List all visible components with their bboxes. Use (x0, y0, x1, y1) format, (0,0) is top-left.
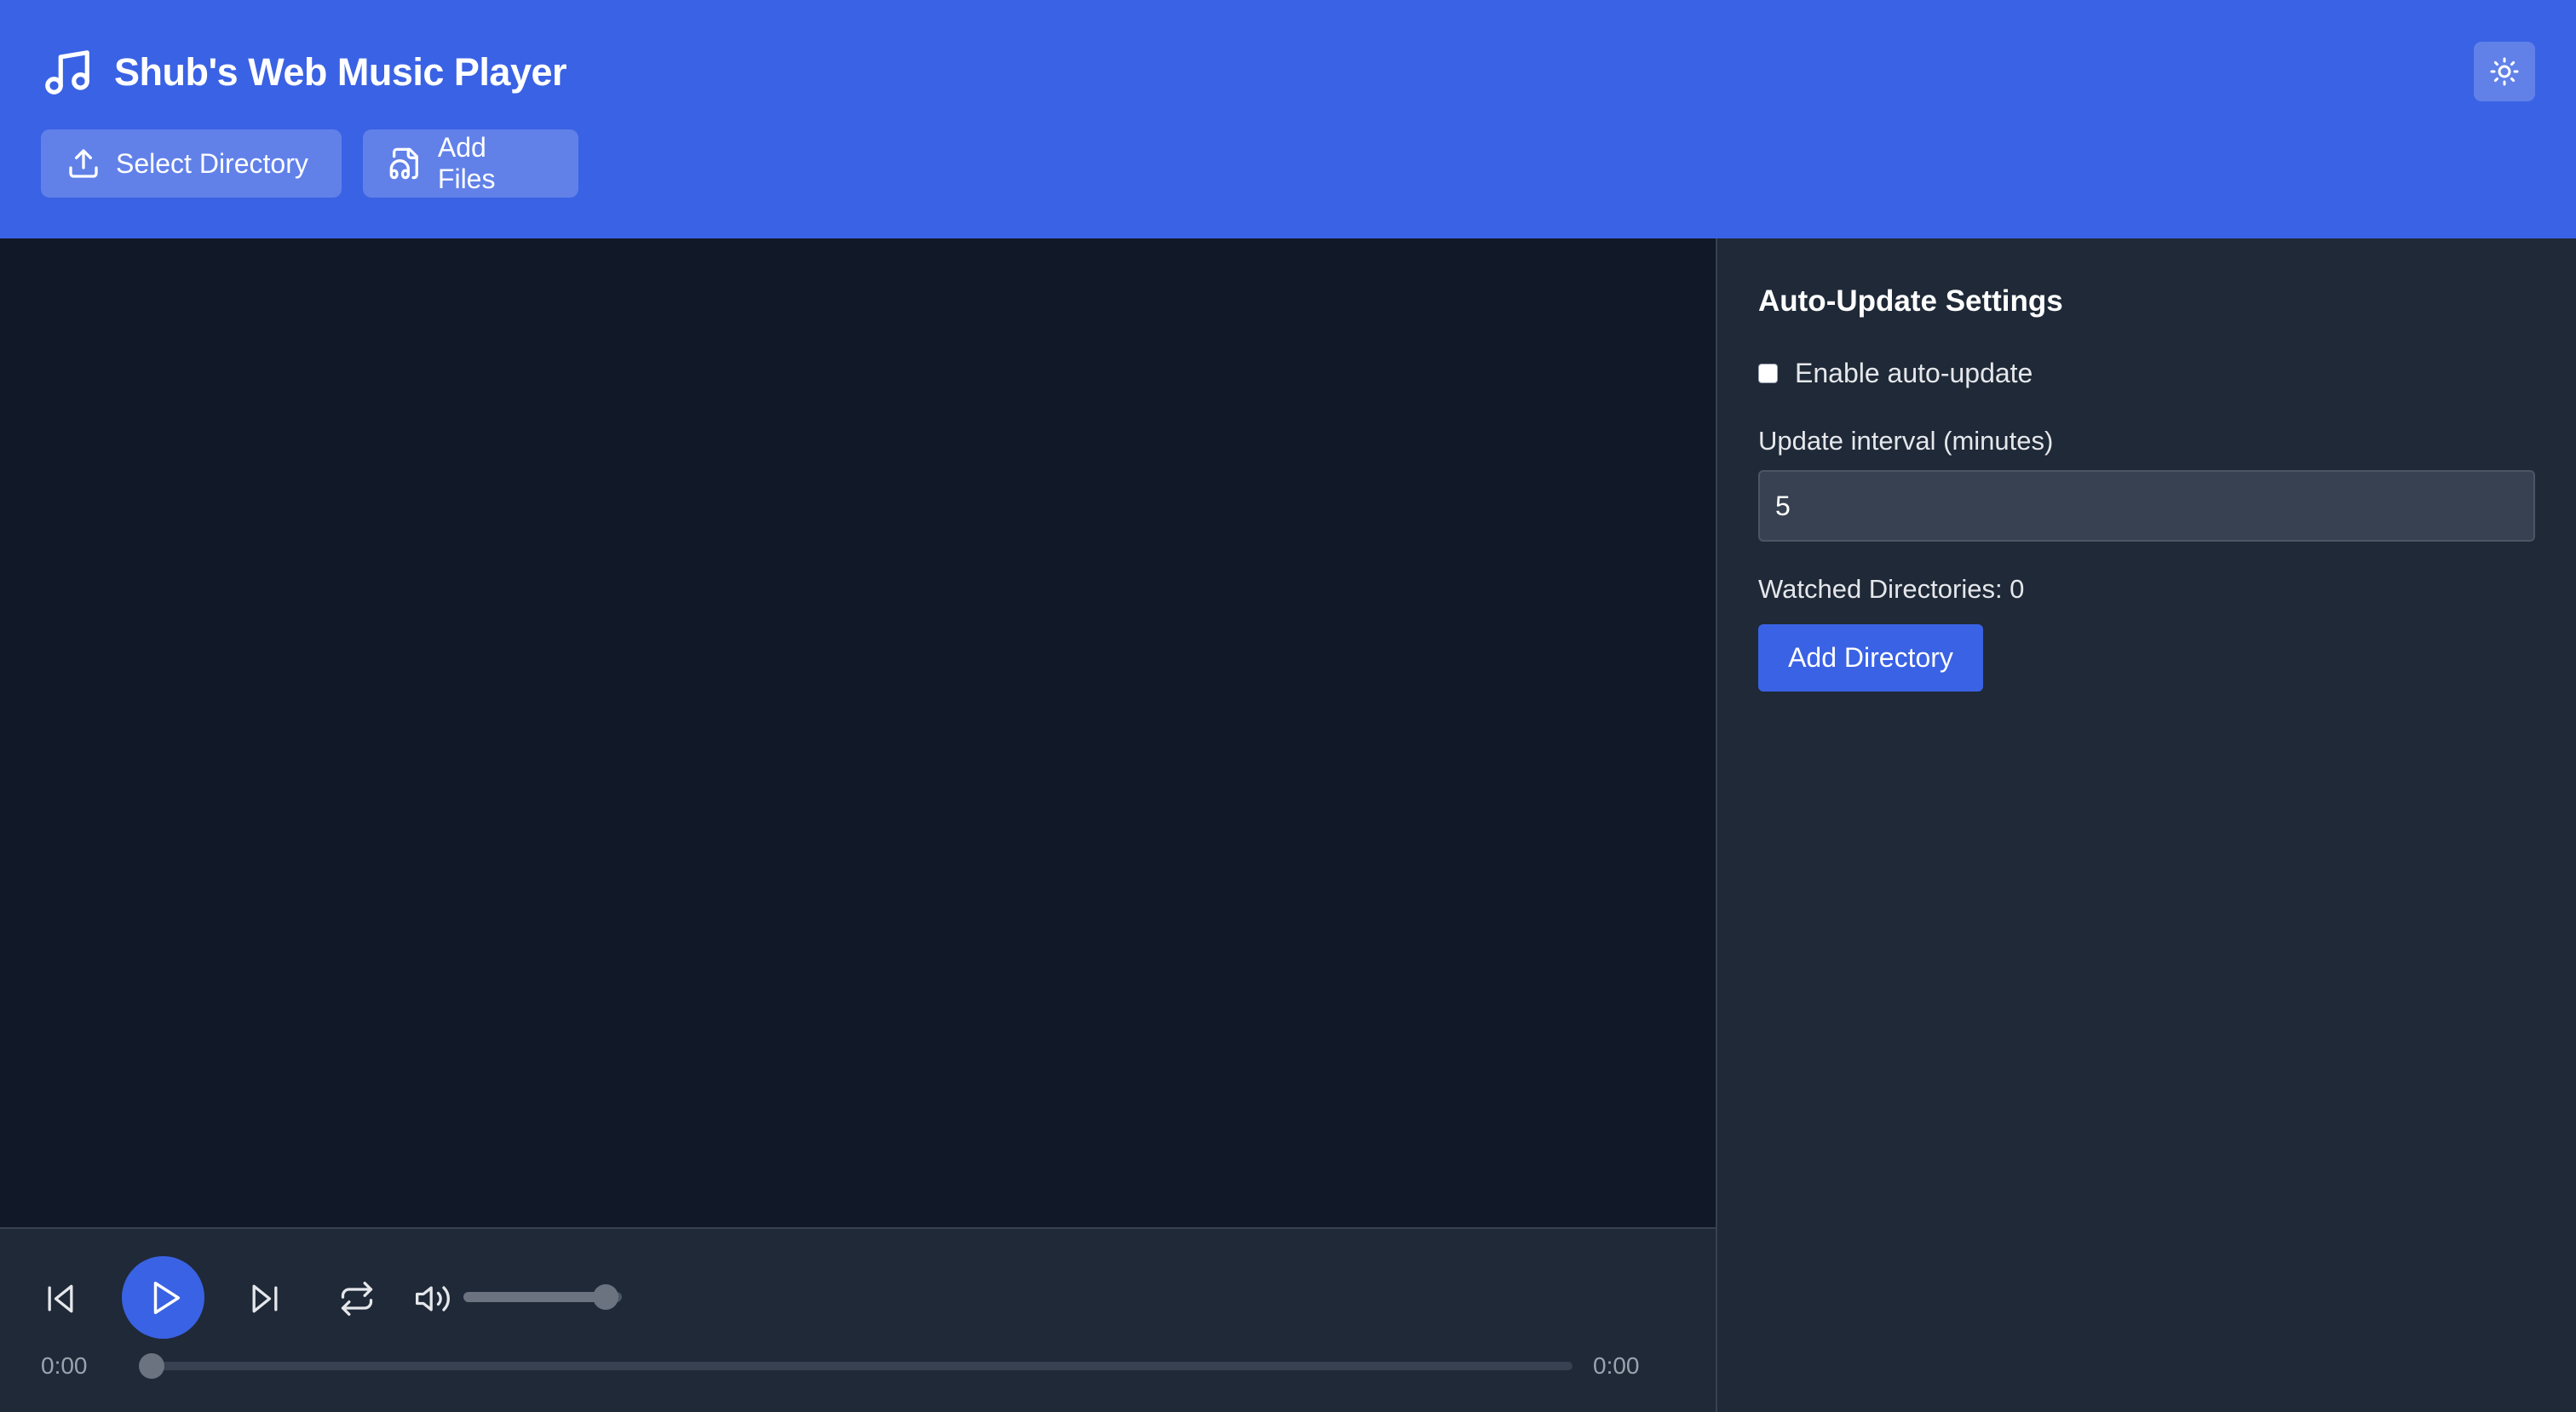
seek-bar-thumb[interactable] (139, 1353, 164, 1379)
music-note-icon (45, 50, 89, 95)
app-header: Shub's Web Music Player Select Directory (0, 0, 2576, 238)
volume-icon (416, 1286, 450, 1312)
interval-input[interactable]: 5 (1758, 470, 2535, 542)
volume-fill (463, 1292, 607, 1302)
header-buttons: Select Directory Add Files (41, 129, 578, 198)
theme-toggle-button[interactable] (2474, 42, 2535, 101)
audio-file-icon (389, 147, 418, 180)
skip-forward-icon (252, 1284, 278, 1313)
upload-icon (69, 149, 98, 178)
current-time: 0:00 (41, 1352, 88, 1379)
next-button[interactable] (244, 1277, 286, 1320)
title-row: Shub's Web Music Player (41, 43, 567, 102)
seek-bar[interactable] (139, 1353, 1573, 1379)
sun-icon (2490, 57, 2519, 86)
main-content-area (0, 238, 1716, 1227)
watched-directories-count: Watched Directories: 0 (1758, 574, 2025, 604)
add-files-button[interactable]: Add Files (363, 129, 578, 198)
add-files-label: Add Files (437, 132, 496, 194)
settings-heading: Auto-Update Settings (1758, 284, 2063, 318)
play-icon (153, 1281, 180, 1314)
total-time: 0:00 (1593, 1352, 1640, 1379)
volume-slider[interactable] (463, 1284, 622, 1310)
play-button[interactable] (122, 1256, 204, 1339)
interval-label: Update interval (minutes) (1758, 426, 2054, 456)
select-directory-button[interactable]: Select Directory (41, 129, 342, 198)
auto-update-label[interactable]: Enable auto-update (1795, 358, 2033, 389)
volume-button[interactable] (411, 1277, 454, 1320)
repeat-icon (341, 1282, 373, 1316)
app-title: Shub's Web Music Player (114, 50, 567, 94)
add-directory-button[interactable]: Add Directory (1758, 624, 1983, 692)
auto-update-checkbox[interactable] (1758, 364, 1778, 383)
music-player-app: Shub's Web Music Player Select Directory (0, 0, 2576, 1412)
settings-sidebar (1716, 238, 2576, 1412)
select-directory-label: Select Directory (116, 147, 308, 179)
previous-button[interactable] (39, 1277, 82, 1320)
auto-update-row: Enable auto-update (1758, 358, 2033, 389)
repeat-button[interactable] (336, 1277, 378, 1320)
skip-back-icon (48, 1284, 73, 1313)
